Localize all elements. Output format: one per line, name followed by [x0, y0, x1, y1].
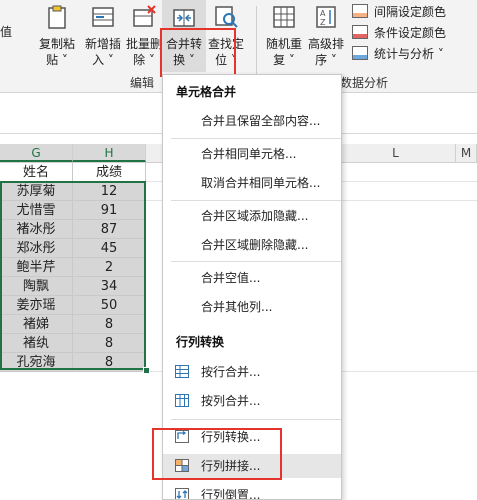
interval-color-label: 间隔设定颜色: [374, 5, 447, 19]
svg-text:Z: Z: [320, 18, 326, 27]
statistics-analysis-label: 统计与分析 ˅: [374, 47, 444, 61]
svg-text:A: A: [320, 9, 326, 18]
delete-rows-icon: [133, 5, 156, 27]
menu-separator: [171, 261, 341, 262]
batch-delete-label-1: 批量删: [125, 37, 162, 51]
conditional-color-button[interactable]: 条件设定颜色: [352, 23, 446, 43]
menu-item-row-column-reverse[interactable]: 行列倒置...: [163, 483, 341, 500]
batch-delete-label-2: 除 ˅: [133, 53, 155, 67]
selection-border: [0, 181, 146, 370]
reverse-icon: [175, 488, 189, 499]
table-row: 姓名 成绩: [0, 163, 163, 182]
insert-label-2: 入 ˅: [92, 53, 114, 67]
menu-item-label: 合并空值...: [201, 271, 261, 285]
random-repeat-label-2: 复 ˅: [273, 53, 295, 67]
menu-section-cell-merge: 单元格合并: [176, 85, 237, 99]
menu-item-merge-region-delete-hidden[interactable]: 合并区域删除隐藏...: [163, 233, 341, 257]
header-cell-name[interactable]: 姓名: [0, 163, 73, 182]
menu-item-label: 按列合并...: [201, 394, 261, 408]
menu-separator: [171, 138, 341, 139]
group-label-edit: 编辑: [130, 76, 155, 90]
ribbon-partial-button[interactable]: 值: [0, 0, 14, 70]
menu-item-label: 行列倒置...: [201, 488, 261, 500]
menu-item-merge-region-add-hidden[interactable]: 合并区域添加隐藏...: [163, 204, 341, 228]
menu-separator: [171, 200, 341, 201]
menu-item-label: 合并且保留全部内容...: [201, 114, 321, 128]
column-merge-icon: [175, 394, 189, 407]
menu-section-row-column-convert: 行列转换: [176, 335, 225, 349]
menu-item-merge-empty-values[interactable]: 合并空值...: [163, 266, 341, 290]
random-grid-icon: [273, 6, 295, 28]
conditional-color-icon: [352, 25, 368, 39]
menu-item-label: 合并相同单元格...: [201, 147, 297, 161]
interval-color-button[interactable]: 间隔设定颜色: [352, 2, 446, 22]
merge-highlight-box: [160, 28, 236, 77]
menu-item-label: 按行合并...: [201, 365, 261, 379]
column-header-h[interactable]: H: [73, 144, 146, 162]
copy-paste-button[interactable]: 复制粘 贴 ˅: [34, 0, 80, 70]
copy-paste-label-2: 贴 ˅: [46, 53, 68, 67]
random-repeat-label-1: 随机重: [265, 37, 302, 51]
column-header-l[interactable]: L: [336, 144, 456, 162]
conditional-color-label: 条件设定颜色: [374, 26, 447, 40]
menu-item-merge-same-cells[interactable]: 合并相同单元格...: [163, 142, 341, 166]
menu-item-merge-by-column[interactable]: 按列合并...: [163, 389, 341, 413]
clipboard-icon: [48, 5, 66, 29]
copy-paste-label-1: 复制粘: [38, 37, 75, 51]
menu-item-merge-by-row[interactable]: 按行合并...: [163, 360, 341, 384]
menu-highlight-box: [152, 428, 282, 480]
row-merge-icon: [175, 365, 189, 378]
statistics-analysis-button[interactable]: 统计与分析 ˅: [352, 44, 444, 64]
ribbon-partial-label: 值: [0, 25, 13, 39]
menu-item-merge-other-columns[interactable]: 合并其他列...: [163, 295, 341, 319]
header-cell-score[interactable]: 成绩: [73, 163, 146, 182]
sort-az-icon: A Z: [316, 6, 336, 28]
menu-item-label: 取消合并相同单元格...: [201, 176, 321, 190]
find-icon: [215, 6, 238, 28]
insert-button[interactable]: 新增插 入 ˅: [80, 0, 126, 70]
insert-rows-icon: [92, 7, 114, 27]
column-header-g[interactable]: G: [0, 144, 73, 162]
advanced-sort-label-1: 高级排: [307, 37, 344, 51]
menu-item-label: 合并其他列...: [201, 300, 273, 314]
advanced-sort-label-2: 序 ˅: [315, 53, 337, 67]
random-repeat-button[interactable]: 随机重 复 ˅: [262, 0, 306, 70]
group-label-data-analysis: 数据分析: [340, 76, 389, 90]
batch-delete-button[interactable]: 批量删 除 ˅: [124, 0, 164, 70]
menu-item-label: 合并区域删除隐藏...: [201, 238, 309, 252]
menu-item-unmerge-same-cells[interactable]: 取消合并相同单元格...: [163, 171, 341, 195]
menu-item-label: 合并区域添加隐藏...: [201, 209, 309, 223]
menu-separator: [171, 419, 341, 420]
insert-label-1: 新增插: [84, 37, 121, 51]
merge-cells-icon: [173, 9, 195, 27]
statistics-icon: [352, 46, 368, 60]
menu-item-merge-keep-all[interactable]: 合并且保留全部内容...: [163, 109, 341, 133]
interval-color-icon: [352, 4, 368, 18]
column-header-m[interactable]: M: [456, 144, 477, 162]
advanced-sort-button[interactable]: A Z 高级排 序 ˅: [304, 0, 348, 70]
fill-handle[interactable]: [143, 367, 150, 374]
